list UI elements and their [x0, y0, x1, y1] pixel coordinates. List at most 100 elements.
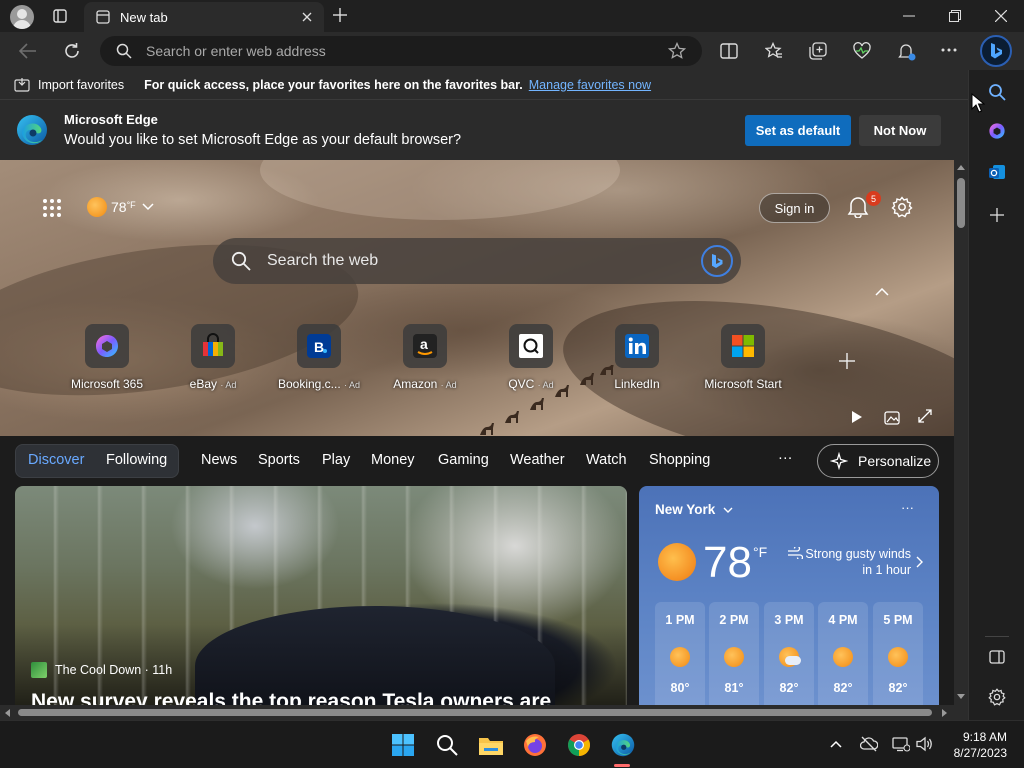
scroll-down-arrow-icon[interactable]: [957, 694, 965, 700]
personalize-button[interactable]: Personalize: [817, 444, 939, 478]
profile-avatar[interactable]: [10, 5, 34, 29]
hourly-forecast-item[interactable]: 4 PM 82°: [818, 602, 868, 705]
close-tab-icon[interactable]: [302, 12, 312, 22]
play-video-icon[interactable]: [851, 410, 863, 424]
quick-link-booking[interactable]: B Booking.c... · Ad: [269, 324, 369, 391]
horizontal-scroll-thumb[interactable]: [18, 709, 932, 716]
web-search-box[interactable]: Search the web: [213, 238, 741, 284]
taskbar-search-icon[interactable]: [433, 731, 461, 759]
tab-money[interactable]: Money: [371, 452, 415, 468]
new-tab-plus-icon[interactable]: [333, 8, 347, 22]
tab-gaming[interactable]: Gaming: [438, 452, 489, 468]
page-settings-gear-icon[interactable]: [891, 196, 913, 218]
sun-icon: [658, 543, 696, 581]
quick-link-microsoft-start[interactable]: Microsoft Start: [693, 324, 793, 391]
vertical-scrollbar[interactable]: [954, 160, 968, 705]
weather-card[interactable]: New York ··· 78 °F Strong gusty winds in…: [639, 486, 939, 705]
notifications-toolbar-icon[interactable]: [897, 42, 917, 62]
edge-taskbar-icon[interactable]: [609, 731, 637, 759]
ebay-icon: [191, 324, 235, 368]
bing-copilot-icon[interactable]: [980, 35, 1012, 67]
hourly-forecast-item[interactable]: 1 PM 80°: [655, 602, 705, 705]
hourly-forecast-item[interactable]: 5 PM 82°: [873, 602, 923, 705]
tab-following[interactable]: Following: [106, 452, 167, 468]
taskbar-clock[interactable]: 9:18 AM 8/27/2023: [945, 729, 1007, 761]
amazon-icon: a: [403, 324, 447, 368]
change-background-icon[interactable]: [884, 409, 900, 425]
tab-new-tab[interactable]: New tab: [84, 2, 324, 32]
tab-shopping[interactable]: Shopping: [649, 452, 710, 468]
more-topics-button[interactable]: ···: [778, 450, 793, 466]
weather-widget[interactable]: 78 °F: [87, 197, 154, 217]
hourly-forecast-item[interactable]: 2 PM 81°: [709, 602, 759, 705]
refresh-icon[interactable]: [63, 42, 81, 60]
tab-actions-icon[interactable]: [53, 9, 67, 23]
network-icon[interactable]: [892, 736, 910, 752]
tab-weather[interactable]: Weather: [510, 452, 565, 468]
sidebar-outlook-icon[interactable]: [988, 163, 1006, 181]
address-input[interactable]: [146, 43, 668, 59]
news-headline[interactable]: New survey reveals the top reason Tesla …: [31, 690, 551, 705]
vertical-scroll-thumb[interactable]: [957, 178, 965, 228]
restore-icon[interactable]: [949, 10, 961, 22]
sidebar-microsoft-365-icon[interactable]: [988, 122, 1006, 140]
cloud-offline-icon[interactable]: [860, 736, 878, 752]
close-window-icon[interactable]: [995, 10, 1007, 22]
expand-icon[interactable]: [918, 409, 932, 423]
sun-icon: [888, 647, 908, 667]
tab-discover[interactable]: Discover: [28, 452, 84, 468]
show-hidden-icons-chevron-icon[interactable]: [830, 740, 842, 748]
linkedin-icon: [615, 324, 659, 368]
tab-watch[interactable]: Watch: [586, 452, 627, 468]
minimize-icon[interactable]: [903, 15, 915, 17]
scroll-left-arrow-icon[interactable]: [4, 709, 10, 717]
hour-time: 2 PM: [719, 613, 749, 627]
horizontal-scrollbar[interactable]: [0, 705, 968, 720]
news-source-label: The Cool Down · 11h: [55, 663, 173, 677]
settings-more-icon[interactable]: [941, 48, 957, 52]
scroll-up-arrow-icon[interactable]: [957, 164, 965, 170]
hourly-forecast-item[interactable]: 3 PM 82°: [764, 602, 814, 705]
file-explorer-icon[interactable]: [477, 731, 505, 759]
weather-location[interactable]: New York: [655, 502, 733, 517]
notification-count-badge: 5: [866, 191, 881, 206]
collections-icon[interactable]: [809, 42, 827, 60]
add-shortcut-plus-icon[interactable]: [839, 353, 855, 369]
back-arrow-icon[interactable]: [19, 43, 37, 59]
favorites-icon[interactable]: [765, 42, 783, 60]
manage-favorites-link[interactable]: Manage favorites now: [529, 78, 651, 92]
scroll-right-arrow-icon[interactable]: [942, 709, 948, 717]
firefox-icon[interactable]: [521, 731, 549, 759]
split-screen-icon[interactable]: [720, 42, 738, 60]
sidebar-settings-gear-icon[interactable]: [988, 688, 1006, 706]
quick-link-amazon[interactable]: a Amazon · Ad: [375, 324, 475, 391]
sun-icon: [87, 197, 107, 217]
quick-link-microsoft-365[interactable]: Microsoft 365: [57, 324, 157, 391]
bing-chat-icon[interactable]: [701, 245, 733, 277]
sidebar-search-icon[interactable]: [988, 83, 1006, 101]
collapse-chevron-up-icon[interactable]: [875, 288, 889, 296]
camel-caravan: [470, 365, 620, 440]
news-card[interactable]: The Cool Down · 11h New survey reveals t…: [15, 486, 627, 705]
chevron-right-icon[interactable]: [916, 556, 923, 568]
tab-news[interactable]: News: [201, 452, 237, 468]
address-bar[interactable]: [100, 36, 702, 66]
hide-sidebar-icon[interactable]: [989, 650, 1005, 664]
sidebar-add-plus-icon[interactable]: [990, 208, 1004, 222]
chrome-icon[interactable]: [565, 731, 593, 759]
browser-essentials-icon[interactable]: [853, 42, 871, 60]
import-icon[interactable]: [14, 77, 30, 92]
not-now-button[interactable]: Not Now: [859, 115, 941, 146]
start-windows-icon[interactable]: [389, 731, 417, 759]
tab-play[interactable]: Play: [322, 452, 350, 468]
volume-icon[interactable]: [916, 736, 934, 752]
favorite-star-icon[interactable]: [668, 42, 686, 60]
apps-grid-icon[interactable]: [42, 198, 62, 218]
tab-sports[interactable]: Sports: [258, 452, 300, 468]
import-favorites-button[interactable]: Import favorites: [38, 78, 124, 92]
sign-in-button[interactable]: Sign in: [759, 193, 830, 223]
clock-time: 9:18 AM: [962, 730, 1007, 744]
set-as-default-button[interactable]: Set as default: [745, 115, 851, 146]
weather-more-button[interactable]: ···: [901, 500, 914, 515]
quick-link-ebay[interactable]: eBay · Ad: [163, 324, 263, 391]
